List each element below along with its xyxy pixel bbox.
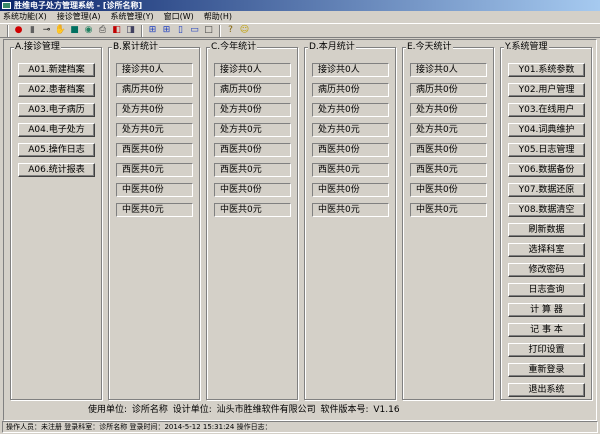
menu-button[interactable]: A04.电子处方 [18, 123, 95, 137]
exit-icon[interactable]: ◨ [125, 25, 136, 36]
stop-icon[interactable]: ● [13, 25, 24, 36]
stat-label: 西医共0份 [214, 143, 291, 157]
stat-label: 中医共0份 [116, 183, 193, 197]
printer-icon[interactable]: ⎙ [97, 25, 108, 36]
menu-button[interactable]: Y06.数据备份 [508, 163, 585, 177]
tile-vertical-icon[interactable]: ▯ [175, 25, 186, 36]
stat-label: 西医共0份 [116, 143, 193, 157]
stat-label: 病历共0份 [214, 83, 291, 97]
menu-button[interactable]: 重新登录 [508, 363, 585, 377]
menu-button[interactable]: Y02.用户管理 [508, 83, 585, 97]
group-b: B.累计统计接诊共0人病历共0份处方共0份处方共0元西医共0份西医共0元中医共0… [108, 42, 200, 400]
status-bar: 操作人员：未注册 登录科室：诊所名称 登录时间：2014-5-12 15:31:… [2, 421, 598, 433]
menu-button[interactable]: 计 算 器 [508, 303, 585, 317]
menu-item[interactable]: 窗口(W) [164, 11, 194, 23]
export-icon[interactable]: ◧ [111, 25, 122, 36]
stat-label: 病历共0份 [410, 83, 487, 97]
group-e: E.今天统计接诊共0人病历共0份处方共0份处方共0元西医共0份西医共0元中医共0… [402, 42, 494, 400]
toolbar-separator [219, 24, 221, 37]
stat-label: 中医共0份 [214, 183, 291, 197]
menu-item[interactable]: 系统功能(X) [3, 11, 47, 23]
menu-button[interactable]: A01.新建档案 [18, 63, 95, 77]
menu-button[interactable]: 日志查询 [508, 283, 585, 297]
menu-button[interactable]: A05.操作日志 [18, 143, 95, 157]
window-title: 胜维电子处方管理系统 - [诊所名称] [14, 1, 143, 10]
menu-item[interactable]: 系统管理(Y) [110, 11, 153, 23]
group-title: D.本月统计 [308, 42, 356, 53]
group-title: E.今天统计 [406, 42, 453, 53]
stat-label: 西医共0元 [214, 163, 291, 177]
tile-icon[interactable]: ⊞ [161, 25, 172, 36]
toolbar-separator [7, 24, 9, 37]
stat-label: 中医共0份 [312, 183, 389, 197]
stat-label: 处方共0元 [312, 123, 389, 137]
menu-button[interactable]: Y08.数据清空 [508, 203, 585, 217]
menu-button[interactable]: 修改密码 [508, 263, 585, 277]
help-icon[interactable]: ? [225, 25, 236, 36]
menu-item[interactable]: 接诊管理(A) [57, 11, 101, 23]
trash-icon[interactable]: ▮ [27, 25, 38, 36]
cascade-icon[interactable]: ⊞ [147, 25, 158, 36]
menu-button[interactable]: Y04.词典维护 [508, 123, 585, 137]
main-panel: A.接诊管理 A01.新建档案 A02.患者档案 A03.电子病历 A04.电子处方 A0… [3, 39, 597, 421]
stat-label: 接诊共0人 [116, 63, 193, 77]
stat-label: 处方共0份 [410, 103, 487, 117]
menu-button[interactable]: 刷新数据 [508, 223, 585, 237]
stat-label: 接诊共0人 [312, 63, 389, 77]
menu-button[interactable]: 选择科室 [508, 243, 585, 257]
stat-label: 处方共0元 [116, 123, 193, 137]
menu-button[interactable]: 打印设置 [508, 343, 585, 357]
hand-icon[interactable]: ✋ [55, 25, 66, 36]
book-icon[interactable]: ■ [69, 25, 80, 36]
key-icon[interactable]: ⊸ [41, 25, 52, 36]
menu-button[interactable]: Y07.数据还原 [508, 183, 585, 197]
stat-label: 病历共0份 [116, 83, 193, 97]
stat-label: 接诊共0人 [410, 63, 487, 77]
globe-icon[interactable]: ◉ [83, 25, 94, 36]
stat-label: 处方共0份 [312, 103, 389, 117]
menu-button[interactable]: 记 事 本 [508, 323, 585, 337]
toolbar-separator [141, 24, 143, 37]
stat-label: 西医共0元 [410, 163, 487, 177]
tile-horizontal-icon[interactable]: ▭ [189, 25, 200, 36]
stat-label: 处方共0元 [410, 123, 487, 137]
stat-label: 处方共0元 [214, 123, 291, 137]
app-icon [2, 2, 11, 9]
stat-label: 处方共0份 [214, 103, 291, 117]
menu-button[interactable]: A03.电子病历 [18, 103, 95, 117]
stat-label: 西医共0份 [312, 143, 389, 157]
stat-label: 中医共0元 [116, 203, 193, 217]
menu-button[interactable]: Y01.系统参数 [508, 63, 585, 77]
menu-item[interactable]: 帮助(H) [204, 11, 232, 23]
title-bar: 胜维电子处方管理系统 - [诊所名称] [0, 0, 600, 11]
group-c: C.今年统计接诊共0人病历共0份处方共0份处方共0元西医共0份西医共0元中医共0… [206, 42, 298, 400]
group-title: Y.系统管理 [504, 42, 549, 53]
menu-button[interactable]: A02.患者档案 [18, 83, 95, 97]
menu-button[interactable]: 退出系统 [508, 383, 585, 397]
menu-button[interactable]: Y03.在线用户 [508, 103, 585, 117]
toolbar: ● ▮ ⊸ ✋ ■ ◉ ⎙ ◧ ◨ ⊞ ⊞ ▯ ▭ □? ☺ [0, 23, 600, 38]
group-title: A.接诊管理 [14, 42, 61, 53]
group-title: C.今年统计 [210, 42, 258, 53]
stat-label: 病历共0份 [312, 83, 389, 97]
window-icon[interactable]: □ [203, 25, 214, 36]
stat-label: 接诊共0人 [214, 63, 291, 77]
menu-bar: 系统功能(X) 接诊管理(A) 系统管理(Y) 窗口(W) 帮助(H) [0, 11, 600, 23]
footer-info: 使用单位: 诊所名称 设计单位: 汕头市胜维软件有限公司 软件版本号: V1.1… [88, 405, 400, 415]
group-y: Y.系统管理 Y01.系统参数 Y02.用户管理 Y03.在线用户 Y04.词典维护 Y0… [500, 42, 592, 400]
menu-button[interactable]: Y05.日志管理 [508, 143, 585, 157]
stat-label: 处方共0份 [116, 103, 193, 117]
group-d: D.本月统计接诊共0人病历共0份处方共0份处方共0元西医共0份西医共0元中医共0… [304, 42, 396, 400]
stat-label: 西医共0元 [312, 163, 389, 177]
stat-label: 西医共0份 [410, 143, 487, 157]
menu-button[interactable]: A06.统计报表 [18, 163, 95, 177]
stat-label: 西医共0元 [116, 163, 193, 177]
smiley-icon[interactable]: ☺ [239, 25, 250, 36]
group-title: B.累计统计 [112, 42, 160, 53]
stat-label: 中医共0元 [410, 203, 487, 217]
stat-label: 中医共0元 [312, 203, 389, 217]
group-a: A.接诊管理 A01.新建档案 A02.患者档案 A03.电子病历 A04.电子处方 A0… [10, 42, 102, 400]
stat-label: 中医共0元 [214, 203, 291, 217]
stat-label: 中医共0份 [410, 183, 487, 197]
